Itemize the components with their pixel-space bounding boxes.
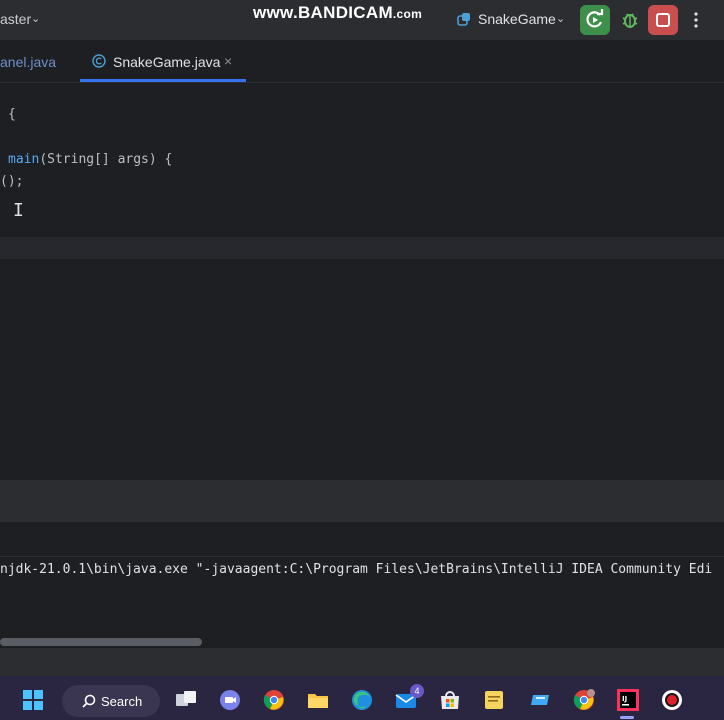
bug-icon xyxy=(622,13,638,28)
app-icon[interactable] xyxy=(528,688,552,712)
watermark-main: www.BANDICAM xyxy=(253,3,393,22)
tool-window-header xyxy=(0,480,724,522)
active-app-indicator xyxy=(620,716,634,719)
chrome-profile-icon[interactable] xyxy=(572,688,596,712)
notification-badge: 4 xyxy=(410,684,424,698)
more-vertical-icon xyxy=(694,12,698,28)
rerun-icon xyxy=(586,9,604,28)
teams-chat-icon[interactable] xyxy=(218,688,242,712)
code-line: main(String[] args) { xyxy=(8,152,172,167)
stop-button[interactable] xyxy=(648,5,678,35)
rerun-button[interactable] xyxy=(580,5,610,35)
tool-window-toolbar xyxy=(0,522,724,556)
active-tab-indicator xyxy=(80,79,246,82)
status-bar xyxy=(0,648,724,676)
run-config-icon xyxy=(457,13,470,26)
search-icon xyxy=(82,694,96,708)
chevron-down-icon[interactable]: ⌄ xyxy=(31,12,40,25)
current-line-highlight xyxy=(0,237,724,259)
chevron-down-icon[interactable]: ⌄ xyxy=(556,12,565,25)
windows-start-icon[interactable] xyxy=(22,689,44,711)
debug-button[interactable] xyxy=(616,5,644,35)
svg-text:IJ: IJ xyxy=(622,695,627,703)
task-view-icon[interactable] xyxy=(174,688,198,712)
stop-icon xyxy=(656,13,670,27)
tab-panel-java[interactable]: anel.java xyxy=(0,54,56,70)
method-signature: (String[] args) { xyxy=(39,152,173,167)
run-config-selector[interactable]: SnakeGame xyxy=(478,11,556,27)
code-line: (); xyxy=(0,174,24,189)
vcs-branch-label[interactable]: aster xyxy=(0,11,31,27)
text-cursor-icon: I xyxy=(13,200,24,221)
code-editor[interactable] xyxy=(0,83,724,479)
tab-label: SnakeGame.java xyxy=(113,54,221,70)
horizontal-scrollbar[interactable] xyxy=(0,638,202,646)
console-output-line: njdk-21.0.1\bin\java.exe "-javaagent:C:\… xyxy=(0,562,713,577)
microsoft-store-icon[interactable] xyxy=(438,688,462,712)
java-class-icon xyxy=(92,54,106,68)
file-explorer-icon[interactable] xyxy=(306,688,330,712)
bandicam-watermark: www.BANDICAM.com xyxy=(253,3,422,23)
sticky-notes-icon[interactable] xyxy=(482,688,506,712)
more-actions-button[interactable] xyxy=(688,8,704,32)
chrome-icon[interactable] xyxy=(262,688,286,712)
watermark-suffix: .com xyxy=(392,7,423,21)
edge-icon[interactable] xyxy=(350,688,374,712)
method-name: main xyxy=(8,152,40,167)
record-icon[interactable] xyxy=(660,688,684,712)
code-line: { xyxy=(8,107,16,122)
intellij-idea-icon[interactable]: IJ xyxy=(616,688,640,712)
search-label: Search xyxy=(101,694,143,709)
close-icon[interactable]: × xyxy=(224,53,232,69)
